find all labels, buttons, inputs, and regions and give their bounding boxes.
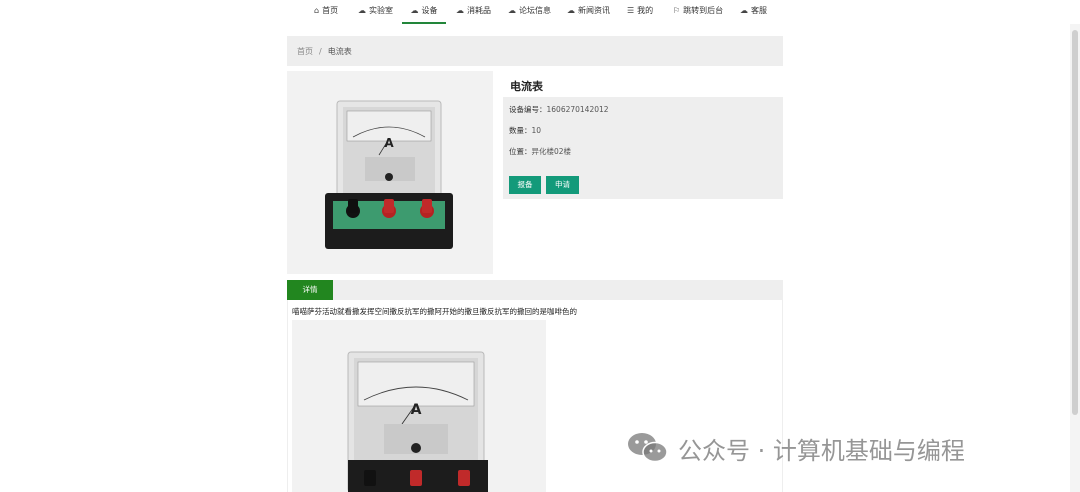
details-tab-bar: 详情 <box>287 280 783 300</box>
product-info-panel: 电流表 设备编号：1606270142012 数量：10 位置：异化楼02楼 报… <box>503 71 783 199</box>
wechat-icon <box>628 433 668 463</box>
product-title: 电流表 <box>510 80 543 93</box>
wechat-watermark: 公众号 · 计算机基础与编程 <box>626 430 965 466</box>
ammeter-detail-illustration: A <box>292 320 546 492</box>
nav-item-consumables[interactable]: ☁ 消耗品 <box>456 0 491 22</box>
details-text: 喵喵萨芬活动就看撒发挥空间撒反抗军的撒阿开始的撒旦撒反抗军的撒回的是咖啡色的 <box>292 307 577 316</box>
breadcrumb-separator: / <box>319 46 322 56</box>
product-location-value: 异化楼02楼 <box>531 147 572 156</box>
nav-item-label: 新闻资讯 <box>578 6 610 15</box>
breadcrumb: 首页 / 电流表 <box>287 36 783 66</box>
nav-item-label: 首页 <box>322 6 339 15</box>
nav-item-label: 实验室 <box>369 6 393 15</box>
product-code-label: 设备编号： <box>509 105 547 114</box>
nav-item-home[interactable]: ⌂ 首页 <box>314 0 338 22</box>
consumables-icon: ☁ <box>456 6 464 15</box>
news-icon: ☁ <box>567 6 575 15</box>
nav-item-label: 客服 <box>751 6 767 15</box>
product-location-row: 位置：异化楼02楼 <box>509 146 571 157</box>
nav-item-lab[interactable]: ☁ 实验室 <box>358 0 393 22</box>
menu-icon: ☰ <box>627 6 635 15</box>
nav-item-forum[interactable]: ☁ 论坛信息 <box>508 0 551 22</box>
breadcrumb-current: 电流表 <box>327 46 352 56</box>
nav-item-news[interactable]: ☁ 新闻资讯 <box>567 0 610 22</box>
breadcrumb-home-link[interactable]: 首页 <box>297 46 313 57</box>
top-nav: ⌂ 首页 ☁ 实验室 ☁ 设备 ☁ 消耗品 ☁ 论坛信息 ☁ 新闻资讯 ☰ 我的… <box>0 0 1080 24</box>
product-location-label: 位置： <box>509 147 532 156</box>
product-qty-row: 数量：10 <box>509 125 541 136</box>
scrollbar-thumb[interactable] <box>1072 30 1078 415</box>
nav-item-label: 我的 <box>637 6 654 15</box>
product-image: A <box>287 71 493 274</box>
nav-item-equipment[interactable]: ☁ 设备 <box>402 0 446 24</box>
ammeter-illustration: A <box>287 71 493 274</box>
watermark-text: 公众号 · 计算机基础与编程 <box>678 436 965 465</box>
svg-text:A: A <box>411 402 422 418</box>
product-code-value: 1606270142012 <box>546 105 609 114</box>
details-image: A <box>292 320 546 492</box>
nav-item-mine[interactable]: ☰ 我的 <box>627 0 653 22</box>
service-icon: ☁ <box>740 6 748 15</box>
product-qty-value: 10 <box>531 126 542 135</box>
home-icon: ⌂ <box>314 6 320 15</box>
svg-text:A: A <box>384 136 394 150</box>
nav-item-label: 消耗品 <box>467 6 491 15</box>
report-button[interactable]: 报备 <box>509 176 541 194</box>
nav-item-service[interactable]: ☁ 客服 <box>740 0 767 22</box>
product-code-row: 设备编号：1606270142012 <box>509 104 609 115</box>
forum-icon: ☁ <box>508 6 516 15</box>
nav-item-label: 论坛信息 <box>519 6 551 15</box>
lab-icon: ☁ <box>358 6 366 15</box>
nav-item-label: 设备 <box>421 6 438 15</box>
tab-details[interactable]: 详情 <box>287 280 333 300</box>
flag-icon: ⚐ <box>673 6 681 15</box>
product-title-bar: 电流表 <box>503 71 783 97</box>
equipment-icon: ☁ <box>410 6 419 15</box>
apply-button[interactable]: 申请 <box>546 176 579 194</box>
product-qty-label: 数量： <box>509 126 532 135</box>
nav-item-label: 跳转到后台 <box>683 6 724 15</box>
nav-item-admin[interactable]: ⚐ 跳转到后台 <box>673 0 723 22</box>
